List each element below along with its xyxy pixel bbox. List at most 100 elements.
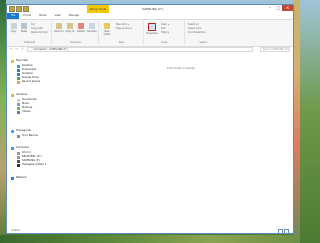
group-open: Properties Open ▾ Edit History Open <box>145 21 185 45</box>
easy-access-button[interactable]: Easy access ▾ <box>116 27 132 30</box>
nav-network[interactable]: Network <box>11 176 27 180</box>
nav-item-headgear-goflex[interactable]: Headgear Goflex 3 <box>17 163 46 167</box>
window-controls: – □ ✕ <box>266 5 293 11</box>
copy-to-button[interactable]: Copy to <box>65 23 75 33</box>
move-to-icon <box>56 23 62 29</box>
recent-places-icon <box>17 80 20 84</box>
address-bar-row: ← → ↑ › Computer › SAMSUNG (F:) Search S… <box>7 46 293 53</box>
rename-label: Rename <box>87 30 97 33</box>
properties-label: Properties <box>146 32 158 35</box>
videos-icon <box>17 110 20 114</box>
group-clipboard: Copy Paste Cut Copy path Paste shortcut … <box>8 21 52 45</box>
select-all-button[interactable]: Select all <box>188 23 199 26</box>
group-open-label: Open <box>161 41 168 44</box>
copy-label: Copy <box>10 30 17 33</box>
nav-libraries-label: Libraries <box>16 93 28 96</box>
group-new-label: New <box>118 41 125 44</box>
select-none-button[interactable]: Select none <box>188 27 202 30</box>
nav-computer[interactable]: Computer <box>11 146 29 150</box>
properties-icon <box>148 23 156 31</box>
external-drive-icon <box>17 163 20 167</box>
rename-icon <box>89 23 95 29</box>
nav-network-label: Network <box>16 176 27 179</box>
paste-label: Paste <box>20 30 28 33</box>
nav-favorites[interactable]: Favorites <box>11 59 28 63</box>
computer-icon <box>11 146 14 150</box>
quick-access-toolbar <box>9 6 29 12</box>
network-icon <box>11 176 14 180</box>
history-button[interactable]: History <box>161 31 169 34</box>
invert-selection-button[interactable]: Invert selection <box>188 31 206 34</box>
search-input[interactable]: Search SAMSUNG (F:) <box>260 47 290 52</box>
paste-button[interactable]: Paste <box>19 23 29 33</box>
paste-shortcut-button[interactable]: Paste shortcut <box>31 31 47 34</box>
status-item-count: 0 items <box>11 229 20 232</box>
context-tab-drive-tools[interactable]: Drive Tools <box>87 5 109 13</box>
delete-icon <box>78 23 84 29</box>
back-button[interactable]: ← <box>10 47 14 51</box>
empty-folder-message: This folder is empty. <box>166 66 196 70</box>
move-to-button[interactable]: Move to <box>54 23 64 33</box>
new-item-button[interactable]: New item ▾ <box>116 23 129 26</box>
navigation-pane: Favorites Desktop Downloads Dropbox Goog… <box>7 54 69 229</box>
desktop-wallpaper-right <box>294 0 300 243</box>
group-clipboard-label: Clipboard <box>23 41 36 44</box>
properties-button[interactable]: Properties <box>146 23 158 35</box>
new-folder-icon[interactable] <box>23 6 29 12</box>
user-icon <box>17 134 20 138</box>
libraries-icon <box>11 93 14 97</box>
window-title: SAMSUNG (F:) <box>142 7 164 11</box>
edit-button[interactable]: Edit <box>161 27 165 30</box>
nav-computer-label: Computer <box>16 146 29 149</box>
explorer-window: Drive Tools SAMSUNG (F:) – □ ✕ File Home… <box>6 4 294 234</box>
nav-item-videos[interactable]: Videos <box>17 110 31 114</box>
folder-icon[interactable] <box>9 6 15 12</box>
nav-item-recent-places-label: Recent places <box>22 80 41 83</box>
star-icon <box>11 59 14 63</box>
title-bar: Drive Tools SAMSUNG (F:) – □ ✕ <box>7 5 293 13</box>
delete-label: Delete <box>77 30 85 33</box>
nav-homegroup[interactable]: Homegroup <box>11 129 31 133</box>
new-folder-icon <box>104 23 110 29</box>
copy-icon <box>10 23 17 29</box>
nav-item-tony-barrow[interactable]: Tony Barrow <box>17 134 38 138</box>
properties-icon[interactable] <box>16 6 22 12</box>
copy-path-button[interactable]: Copy path <box>31 27 43 30</box>
cut-button[interactable]: Cut <box>31 23 35 26</box>
group-select: Select all Select none Invert selection … <box>186 21 220 45</box>
nav-favorites-label: Favorites <box>16 59 28 62</box>
maximize-button[interactable]: □ <box>274 5 282 11</box>
desktop-wallpaper-bottom <box>0 235 300 243</box>
forward-button[interactable]: → <box>15 47 19 51</box>
new-folder-label: New folder <box>103 30 111 36</box>
copy-button[interactable]: Copy <box>9 23 18 33</box>
paste-icon <box>21 23 27 29</box>
copy-to-icon <box>67 23 73 29</box>
file-list-pane[interactable]: This folder is empty. <box>69 54 293 229</box>
large-icons-view-icon[interactable] <box>284 229 289 234</box>
view-toggle <box>278 229 289 234</box>
nav-libraries[interactable]: Libraries <box>11 93 27 97</box>
group-organize: Move to Copy to Delete Rename Organize <box>53 21 99 45</box>
nav-item-headgear-goflex-label: Headgear Goflex 3 <box>22 163 47 166</box>
group-organize-label: Organize <box>70 41 81 44</box>
nav-item-tony-barrow-label: Tony Barrow <box>22 134 38 137</box>
up-button[interactable]: ↑ <box>21 47 25 51</box>
close-button[interactable]: ✕ <box>282 5 293 11</box>
delete-button[interactable]: Delete <box>76 23 86 33</box>
ribbon: Copy Paste Cut Copy path Paste shortcut … <box>7 19 293 47</box>
group-select-label: Select <box>199 41 207 44</box>
rename-button[interactable]: Rename <box>87 23 97 33</box>
status-bar: 0 items <box>7 228 293 234</box>
nav-item-recent-places[interactable]: Recent places <box>17 80 40 84</box>
nav-homegroup-label: Homegroup <box>16 129 32 132</box>
homegroup-icon <box>11 129 14 133</box>
address-bar[interactable]: › Computer › SAMSUNG (F:) <box>27 47 253 52</box>
minimize-button[interactable]: – <box>266 5 274 11</box>
copy-to-label: Copy to <box>65 30 75 33</box>
nav-item-videos-label: Videos <box>22 110 31 113</box>
open-button[interactable]: Open ▾ <box>161 23 169 26</box>
move-to-label: Move to <box>54 30 64 33</box>
details-view-icon[interactable] <box>278 229 283 234</box>
new-folder-button[interactable]: New folder <box>101 23 113 36</box>
